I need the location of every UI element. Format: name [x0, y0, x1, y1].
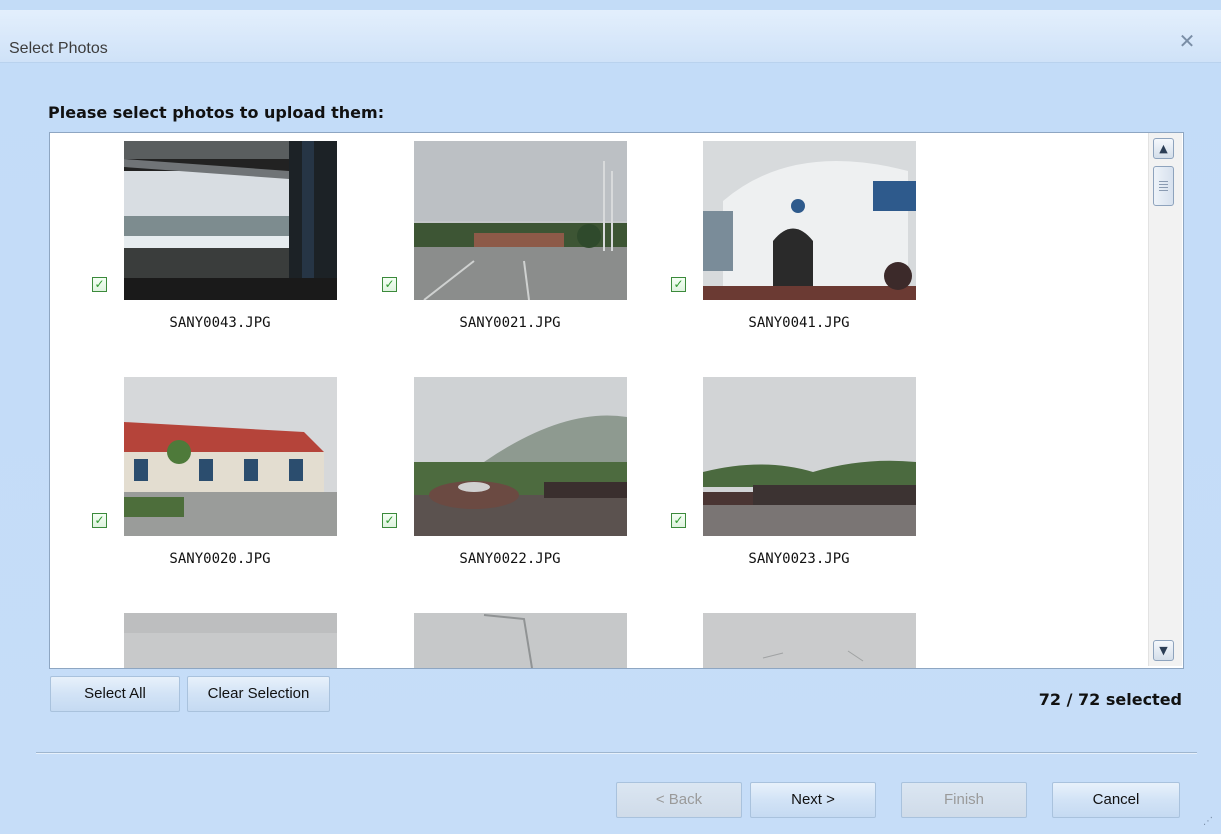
finish-button[interactable]: Finish [901, 782, 1027, 818]
plaza-photo [414, 141, 627, 300]
photo-item[interactable]: ✓ SANY0041.JPG [669, 139, 929, 349]
terrace-mountain-photo [414, 377, 627, 536]
title-bar: Select Photos ✕ [0, 10, 1221, 63]
chevron-down-icon: ▼ [1159, 644, 1168, 657]
seaside-photo [124, 141, 337, 300]
white-building-photo [703, 141, 916, 300]
photo-thumbnail[interactable] [124, 141, 337, 300]
photo-checkbox[interactable]: ✓ [92, 277, 107, 292]
photo-filename: SANY0023.JPG [748, 551, 850, 567]
photo-thumbnail[interactable] [124, 613, 337, 668]
scroll-down-button[interactable]: ▼ [1153, 640, 1174, 661]
scroll-thumb[interactable] [1153, 166, 1174, 206]
photo-checkbox[interactable]: ✓ [382, 277, 397, 292]
photo-filename: SANY0043.JPG [169, 315, 271, 331]
photo-item[interactable]: ✓ SANY0020.JPG [90, 375, 350, 585]
photo-thumbnail[interactable] [414, 377, 627, 536]
photo-filename: SANY0022.JPG [459, 551, 561, 567]
photo-filename: SANY0041.JPG [748, 315, 850, 331]
divider [36, 752, 1197, 754]
lamp-post-photo [414, 613, 627, 668]
instruction-label: Please select photos to upload them: [48, 103, 385, 122]
photo-thumbnail[interactable] [124, 377, 337, 536]
selection-count: 72 / 72 selected [1038, 690, 1182, 709]
back-button[interactable]: < Back [616, 782, 742, 818]
overcast-photo [703, 613, 916, 668]
close-icon[interactable]: ✕ [1176, 30, 1198, 52]
red-roof-building-photo [124, 377, 337, 536]
photo-item[interactable]: ✓ SANY0023.JPG [669, 375, 929, 585]
window-title: Select Photos [9, 40, 108, 57]
chevron-up-icon: ▲ [1159, 142, 1168, 155]
photo-thumbnail[interactable] [703, 377, 916, 536]
photo-checkbox[interactable]: ✓ [382, 513, 397, 528]
scroll-up-button[interactable]: ▲ [1153, 138, 1174, 159]
photo-checkbox[interactable]: ✓ [671, 513, 686, 528]
photo-item[interactable]: ✓ SANY0021.JPG [380, 139, 640, 349]
photo-thumbnail[interactable] [703, 613, 916, 668]
resize-grip-icon[interactable]: ⋰ [1203, 816, 1217, 830]
cloudy-sky-photo [124, 613, 337, 668]
next-button[interactable]: Next > [750, 782, 876, 818]
select-all-button[interactable]: Select All [50, 676, 180, 712]
photo-list-scrollbar[interactable]: ▲ ▼ [1148, 133, 1182, 666]
photo-thumbnail[interactable] [414, 613, 627, 668]
clear-selection-button[interactable]: Clear Selection [187, 676, 330, 712]
photo-checkbox[interactable]: ✓ [92, 513, 107, 528]
railing-photo [703, 377, 916, 536]
photo-thumbnail[interactable] [703, 141, 916, 300]
photo-thumbnail[interactable] [414, 141, 627, 300]
photo-filename: SANY0020.JPG [169, 551, 271, 567]
photo-list[interactable]: ✓ SANY0043.JPG ✓ SANY0021.JPG ✓ SANY0041… [49, 132, 1184, 669]
cancel-button[interactable]: Cancel [1052, 782, 1180, 818]
photo-item[interactable]: ✓ SANY0022.JPG [380, 375, 640, 585]
photo-filename: SANY0021.JPG [459, 315, 561, 331]
photo-item[interactable]: ✓ SANY0043.JPG [90, 139, 350, 349]
photo-checkbox[interactable]: ✓ [671, 277, 686, 292]
